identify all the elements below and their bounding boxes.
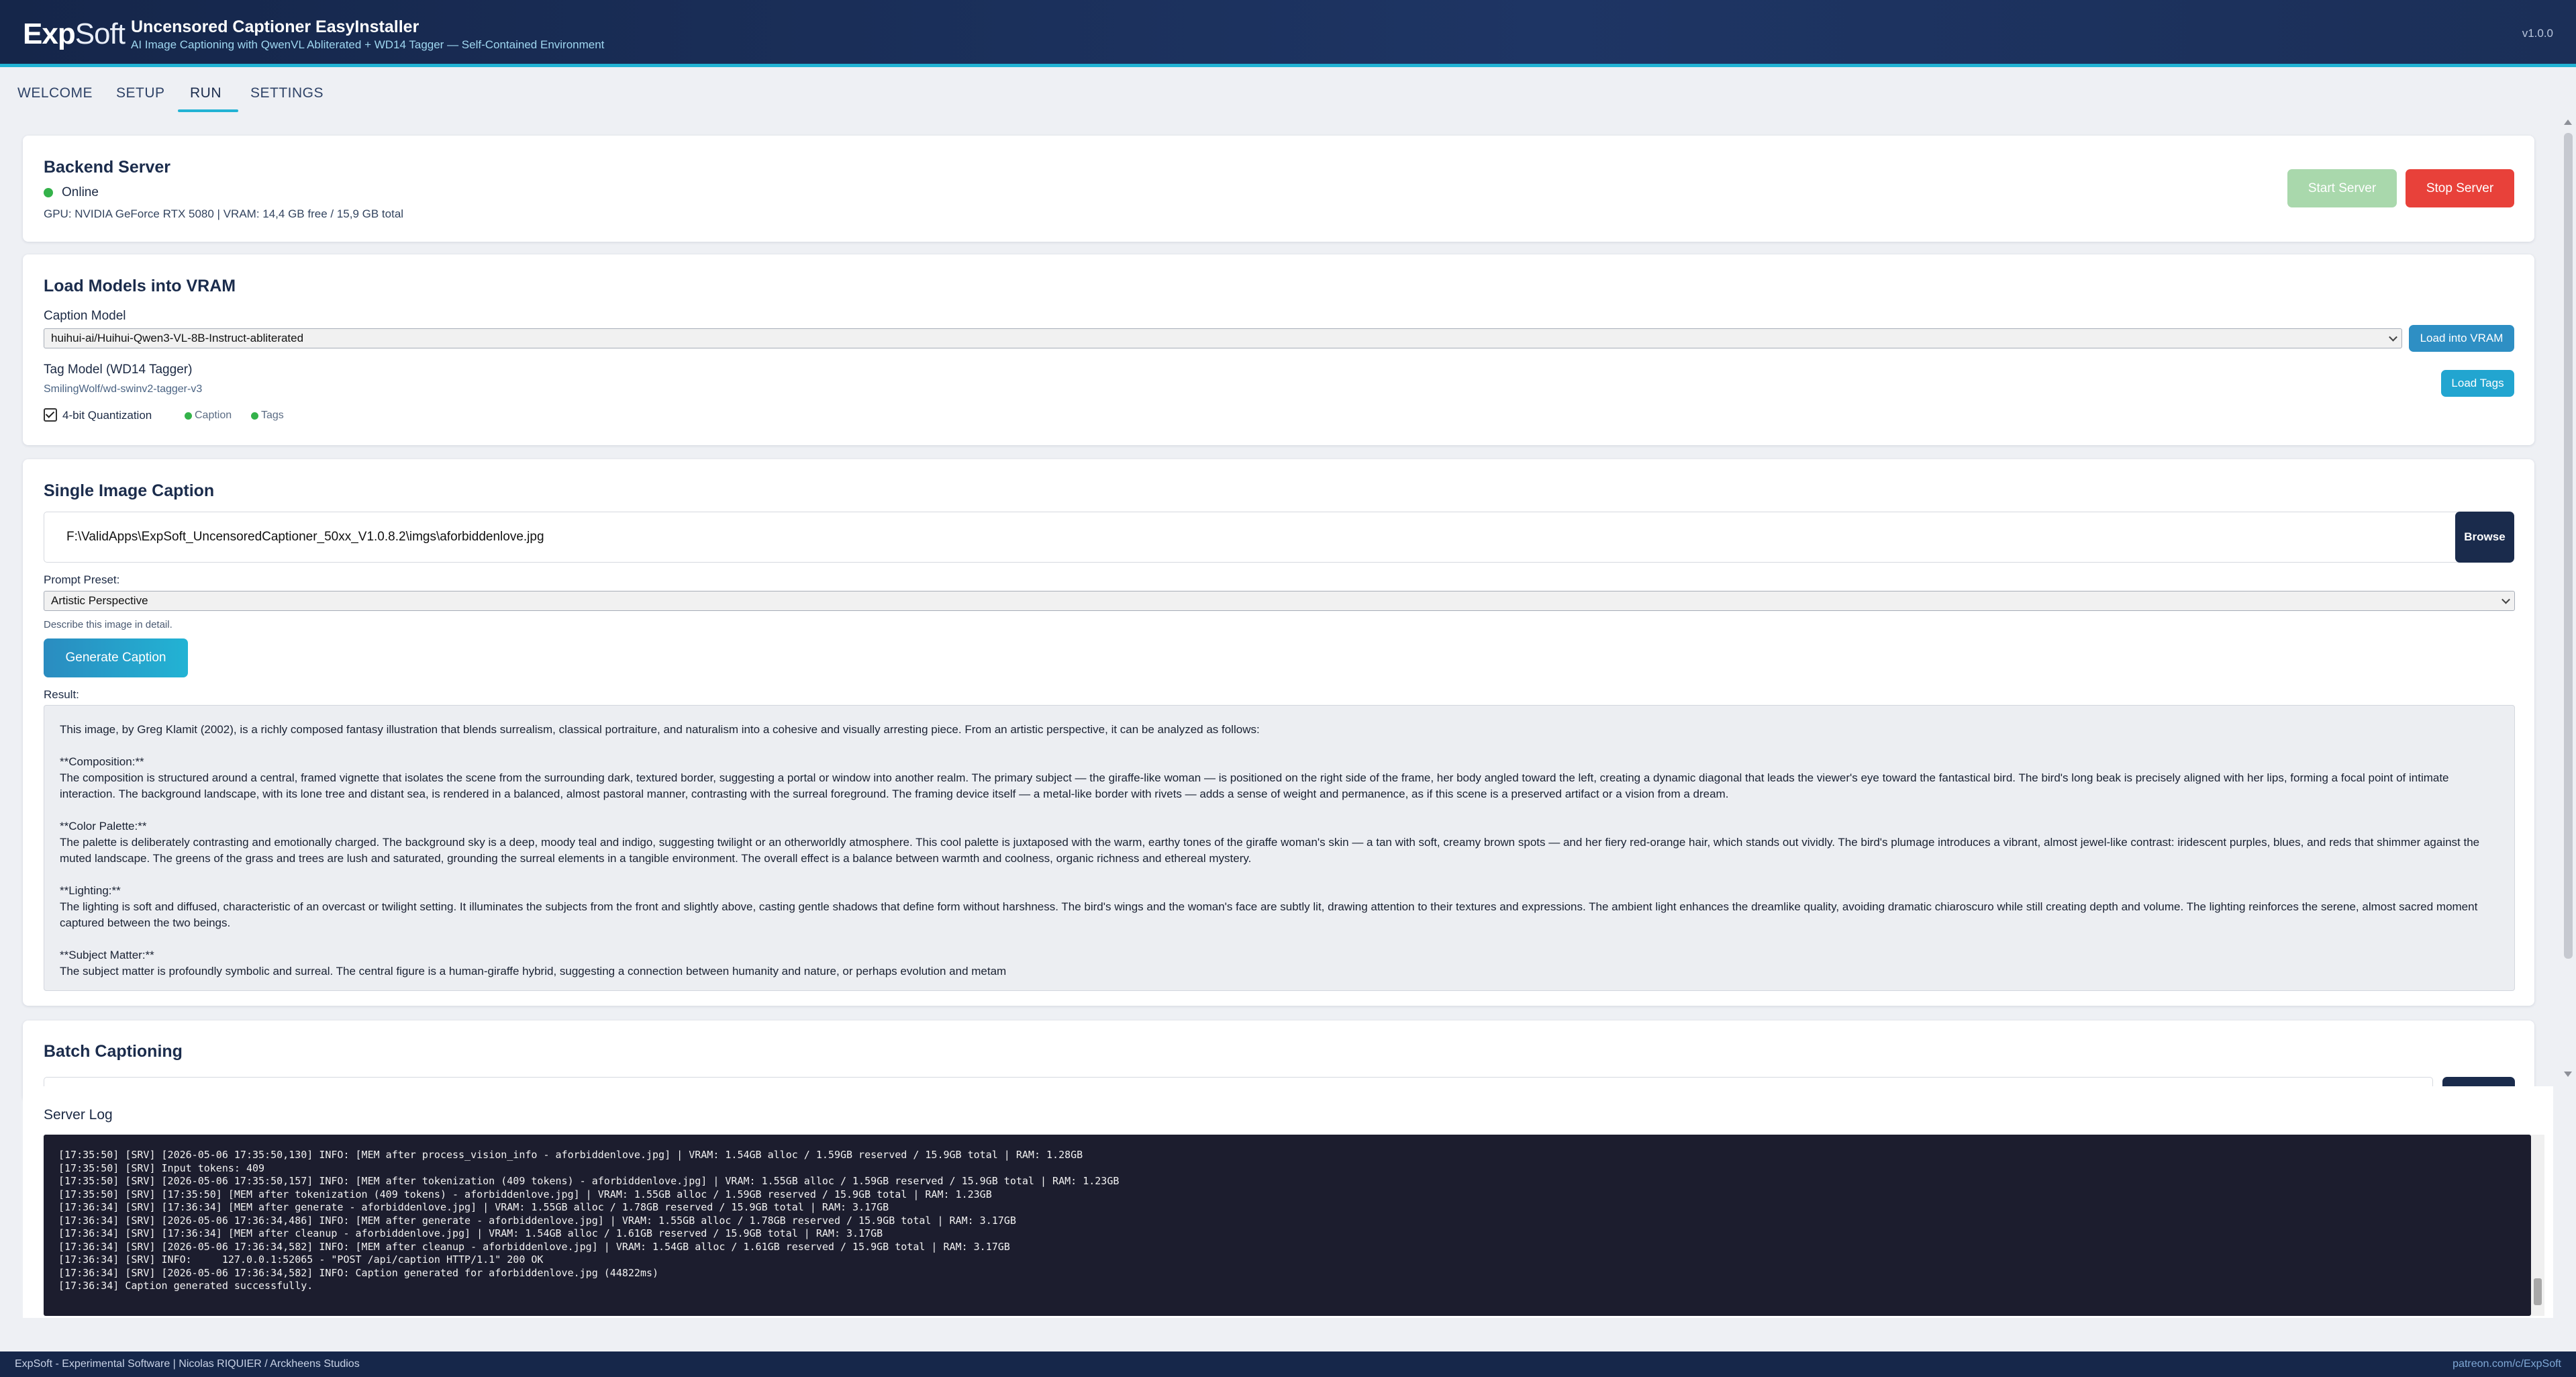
- batch-title: Batch Captioning: [44, 1042, 183, 1061]
- result-paragraph: This image, by Greg Klamit (2002), is a …: [60, 723, 1260, 736]
- load-into-vram-button[interactable]: Load into VRAM: [2409, 325, 2514, 352]
- scroll-up-arrow-icon[interactable]: [2564, 120, 2572, 125]
- result-paragraph: **Color Palette:** The palette is delibe…: [60, 820, 2480, 865]
- check-icon: [45, 409, 55, 418]
- load-models-card: Load Models into VRAM Caption Model huih…: [23, 254, 2534, 445]
- result-label: Result:: [44, 688, 79, 701]
- log-line: [17:35:50] [SRV] [17:35:50] [MEM after t…: [58, 1188, 992, 1200]
- log-line: [17:36:34] [SRV] INFO: 127.0.0.1:52065 -…: [58, 1253, 544, 1266]
- scroll-down-arrow-icon[interactable]: [2564, 1072, 2572, 1077]
- log-scrollbar-thumb[interactable]: [2534, 1278, 2542, 1305]
- tab-setup[interactable]: SETUP: [116, 85, 165, 101]
- log-line: [17:36:34] [SRV] [2026-05-06 17:36:34,48…: [58, 1214, 1016, 1227]
- log-line: [17:36:34] [SRV] [17:36:34] [MEM after g…: [58, 1201, 889, 1213]
- app-header: ExpSoft Uncensored Captioner EasyInstall…: [0, 0, 2576, 67]
- start-server-button[interactable]: Start Server: [2287, 169, 2397, 207]
- image-path-value: F:\ValidApps\ExpSoft_UncensoredCaptioner…: [66, 530, 544, 544]
- online-status-icon: [44, 188, 53, 197]
- app-footer: ExpSoft - Experimental Software | Nicola…: [0, 1351, 2576, 1377]
- caption-status-icon: [185, 412, 192, 420]
- prompt-preset-hint: Describe this image in detail.: [44, 619, 172, 630]
- log-line: [17:35:50] [SRV] [2026-05-06 17:35:50,15…: [58, 1175, 1120, 1187]
- result-paragraph: **Subject Matter:** The subject matter i…: [60, 949, 1007, 978]
- server-log-title: Server Log: [44, 1107, 113, 1123]
- server-log-panel: Server Log [17:35:50] [SRV] [2026-05-06 …: [23, 1086, 2553, 1318]
- single-image-caption-card: Single Image Caption F:\ValidApps\ExpSof…: [23, 459, 2534, 1006]
- version-label: v1.0.0: [2522, 27, 2553, 40]
- generate-caption-button[interactable]: Generate Caption: [44, 638, 188, 677]
- caption-model-label: Caption Model: [44, 309, 126, 323]
- tab-run[interactable]: RUN: [190, 85, 221, 101]
- app-subtitle: AI Image Captioning with QwenVL Ablitera…: [131, 38, 605, 51]
- stop-server-button[interactable]: Stop Server: [2406, 169, 2514, 207]
- gpu-info: GPU: NVIDIA GeForce RTX 5080 | VRAM: 14,…: [44, 207, 404, 220]
- server-log-output[interactable]: [17:35:50] [SRV] [2026-05-06 17:35:50,13…: [44, 1135, 2531, 1316]
- active-tab-indicator: [178, 109, 238, 112]
- patreon-link[interactable]: patreon.com/c/ExpSoft: [2453, 1358, 2561, 1370]
- quantization-label: 4-bit Quantization: [62, 409, 152, 422]
- log-line: [17:36:34] [SRV] [2026-05-06 17:36:34,58…: [58, 1240, 1010, 1253]
- server-status-text: Online: [62, 185, 99, 199]
- tag-model-value: SmilingWolf/wd-swinv2-tagger-v3: [44, 383, 203, 395]
- browse-button[interactable]: Browse: [2455, 512, 2514, 563]
- tab-welcome[interactable]: WELCOME: [17, 85, 93, 101]
- logo-bold-text: Exp: [23, 17, 76, 50]
- load-models-title: Load Models into VRAM: [44, 277, 236, 295]
- log-scrollbar[interactable]: [2531, 1135, 2544, 1316]
- app-title: Uncensored Captioner EasyInstaller: [131, 17, 419, 36]
- caption-model-value: huihui-ai/Huihui-Qwen3-VL-8B-Instruct-ab…: [51, 332, 304, 344]
- chevron-down-icon: [2389, 332, 2397, 342]
- log-line: [17:36:34] [SRV] [17:36:34] [MEM after c…: [58, 1227, 883, 1239]
- load-tags-button[interactable]: Load Tags: [2441, 370, 2514, 397]
- main-tabs: WELCOME SETUP RUN SETTINGS: [0, 70, 2576, 116]
- prompt-preset-label: Prompt Preset:: [44, 573, 120, 586]
- prompt-preset-value: Artistic Perspective: [51, 594, 148, 607]
- image-path-input[interactable]: F:\ValidApps\ExpSoft_UncensoredCaptioner…: [44, 512, 2471, 563]
- backend-server-card: Backend Server Online GPU: NVIDIA GeForc…: [23, 136, 2534, 242]
- backend-title: Backend Server: [44, 158, 171, 177]
- chevron-down-icon: [2501, 595, 2510, 604]
- page-scrollbar[interactable]: [2560, 114, 2576, 1081]
- result-paragraph: **Composition:** The composition is stru…: [60, 755, 2449, 800]
- logo-light-text: Soft: [75, 17, 126, 50]
- app-logo: ExpSoft: [23, 17, 126, 51]
- log-line: [17:35:50] [SRV] [2026-05-06 17:35:50,13…: [58, 1149, 1083, 1161]
- footer-credits: ExpSoft - Experimental Software | Nicola…: [15, 1358, 360, 1370]
- tags-status-icon: [251, 412, 258, 420]
- single-caption-title: Single Image Caption: [44, 481, 215, 500]
- tags-status-text: Tags: [261, 410, 284, 421]
- tab-settings[interactable]: SETTINGS: [250, 85, 324, 101]
- page-scrollbar-thumb[interactable]: [2564, 133, 2573, 959]
- prompt-preset-select[interactable]: Artistic Perspective: [44, 591, 2515, 611]
- quantization-checkbox[interactable]: [44, 408, 57, 422]
- result-paragraph: **Lighting:** The lighting is soft and d…: [60, 884, 2478, 929]
- caption-model-select[interactable]: huihui-ai/Huihui-Qwen3-VL-8B-Instruct-ab…: [44, 328, 2402, 348]
- caption-status-text: Caption: [195, 410, 232, 421]
- tag-model-label: Tag Model (WD14 Tagger): [44, 363, 193, 377]
- log-line: [17:36:34] [SRV] [2026-05-06 17:36:34,58…: [58, 1266, 659, 1279]
- log-line: [17:35:50] [SRV] Input tokens: 409: [58, 1161, 265, 1174]
- caption-result-box[interactable]: This image, by Greg Klamit (2002), is a …: [44, 705, 2515, 991]
- log-line: [17:36:34] Caption generated successfull…: [58, 1280, 313, 1292]
